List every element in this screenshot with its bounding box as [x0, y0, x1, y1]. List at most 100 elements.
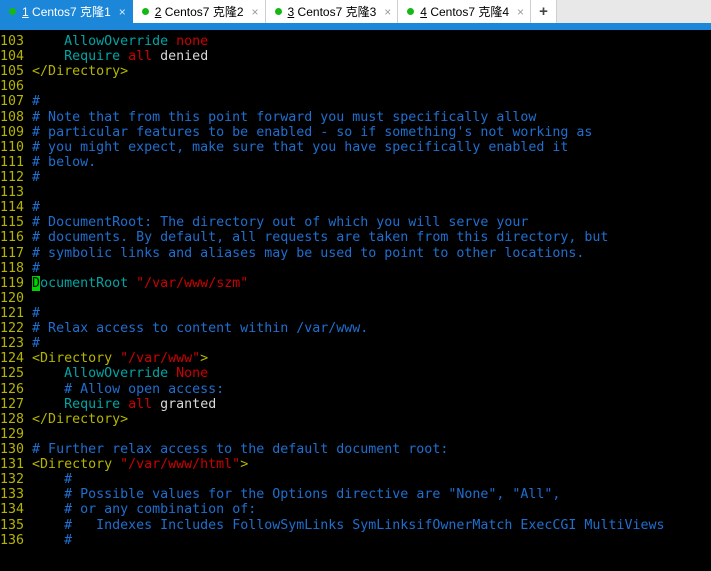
tab-close-icon[interactable]: × — [384, 6, 391, 18]
terminal-line: 115 # DocumentRoot: The directory out of… — [0, 215, 664, 230]
line-number: 108 — [0, 109, 25, 125]
code-token: Require — [64, 396, 129, 412]
tab-3[interactable]: 3 Centos7 克隆3 × — [265, 0, 399, 23]
tab-name-suffix: 1 — [104, 4, 111, 19]
line-number-gutter — [24, 518, 32, 533]
line-number-gutter — [24, 336, 32, 351]
terminal-line: 135 # Indexes Includes FollowSymLinks Sy… — [0, 518, 664, 533]
line-number-gutter — [24, 230, 32, 245]
line-number-gutter — [24, 457, 32, 472]
terminal-line: 116 # documents. By default, all request… — [0, 230, 664, 245]
code-token: "/var/www/html" — [120, 457, 241, 473]
terminal-pane[interactable]: 103 AllowOverride none 104 Require all de… — [0, 30, 711, 571]
line-number: 114 — [0, 200, 25, 216]
code-token: # particular features to be enabled - so… — [32, 124, 593, 140]
terminal-screen: 103 AllowOverride none 104 Require all de… — [0, 34, 664, 548]
line-number: 104 — [0, 49, 25, 65]
tab-bar: 1 Centos7 克隆1 × 2 Centos7 克隆2 × 3 Centos7 克隆… — [0, 0, 711, 30]
code-token: </Directory> — [32, 64, 129, 80]
tab-close-icon[interactable]: × — [252, 6, 259, 18]
tab-name-suffix: 4 — [502, 4, 510, 19]
line-number: 103 — [0, 34, 25, 49]
code-token: "/var/www/szm" — [136, 275, 249, 291]
new-tab-button[interactable]: + — [531, 0, 558, 23]
line-number: 109 — [0, 124, 25, 140]
code-token: </Directory> — [32, 411, 129, 427]
tab-2[interactable]: 2 Centos7 克隆2 × — [132, 0, 266, 23]
tab-close-icon[interactable]: × — [119, 6, 126, 18]
tab-1[interactable]: 1 Centos7 克隆1 × — [0, 0, 133, 23]
line-number-gutter — [24, 200, 32, 215]
tab-4[interactable]: 4 Centos7 克隆4 × — [398, 0, 532, 23]
line-number-gutter — [24, 64, 32, 79]
code-token: # — [32, 169, 41, 185]
terminal-line: 127 Require all granted — [0, 397, 664, 412]
tab-name-suffix: 3 — [369, 4, 377, 19]
line-number-gutter — [24, 397, 32, 412]
tab-status-dot-icon — [407, 8, 415, 15]
line-number-gutter — [24, 185, 32, 200]
line-number-gutter — [24, 321, 32, 336]
terminal-line: 113 — [0, 185, 664, 200]
code-token: # Indexes Includes FollowSymLinks SymLin… — [64, 517, 665, 533]
line-number: 131 — [0, 457, 25, 473]
code-token: > — [200, 351, 209, 367]
line-number-gutter — [24, 291, 32, 306]
terminal-line: 136 # — [0, 533, 664, 548]
line-number-gutter — [24, 140, 32, 155]
line-number: 119 — [0, 275, 25, 291]
line-number: 115 — [0, 215, 25, 231]
terminal-line: 105 </Directory> — [0, 64, 664, 79]
code-token: # DocumentRoot: The directory out of whi… — [32, 215, 529, 231]
tab-bar-empty-area — [557, 0, 711, 23]
tab-index: 4 — [420, 4, 427, 19]
code-token: # Note that from this point forward you … — [32, 109, 537, 125]
code-token: denied — [152, 49, 209, 65]
line-number: 107 — [0, 94, 25, 110]
code-token: "/var/www" — [120, 351, 201, 367]
terminal-line: 126 # Allow open access: — [0, 382, 664, 397]
code-token: # — [32, 305, 41, 321]
line-number: 135 — [0, 517, 25, 533]
line-number: 122 — [0, 321, 25, 337]
terminal-line: 112 # — [0, 170, 664, 185]
terminal-line: 107 # — [0, 94, 664, 109]
terminal-line: 134 # or any combination of: — [0, 502, 664, 517]
tab-close-icon[interactable]: × — [517, 6, 524, 18]
terminal-line: 129 — [0, 427, 664, 442]
line-number: 129 — [0, 426, 25, 442]
terminal-line: 114 # — [0, 200, 664, 215]
terminal-line: 110 # you might expect, make sure that y… — [0, 140, 664, 155]
line-number-gutter — [24, 79, 32, 94]
line-number: 106 — [0, 79, 25, 95]
code-token: all — [128, 49, 153, 65]
line-number-gutter — [24, 502, 32, 517]
text-cursor: D — [32, 275, 41, 291]
tab-label: 4 Centos7 克隆4 — [420, 5, 509, 19]
code-token: <Directory — [32, 457, 121, 473]
terminal-line: 111 # below. — [0, 155, 664, 170]
line-number-gutter — [24, 261, 32, 276]
code-token: # — [64, 472, 73, 488]
code-token: # symbolic links and aliases may be used… — [32, 245, 585, 261]
code-token: # you might expect, make sure that you h… — [32, 139, 569, 155]
terminal-line: 109 # particular features to be enabled … — [0, 125, 664, 140]
line-number: 133 — [0, 487, 25, 503]
line-number-gutter — [24, 382, 32, 397]
code-token: # — [32, 260, 41, 276]
line-number: 130 — [0, 441, 25, 457]
terminal-line: 133 # Possible values for the Options di… — [0, 487, 664, 502]
line-number: 128 — [0, 411, 25, 427]
tab-status-dot-icon — [9, 8, 16, 15]
line-number: 113 — [0, 185, 25, 201]
terminal-line: 125 AllowOverride None — [0, 366, 664, 381]
line-number-gutter — [24, 170, 32, 185]
terminal-line: 103 AllowOverride none — [0, 34, 664, 49]
terminal-line: 108 # Note that from this point forward … — [0, 110, 664, 125]
terminal-line: 106 — [0, 79, 664, 94]
